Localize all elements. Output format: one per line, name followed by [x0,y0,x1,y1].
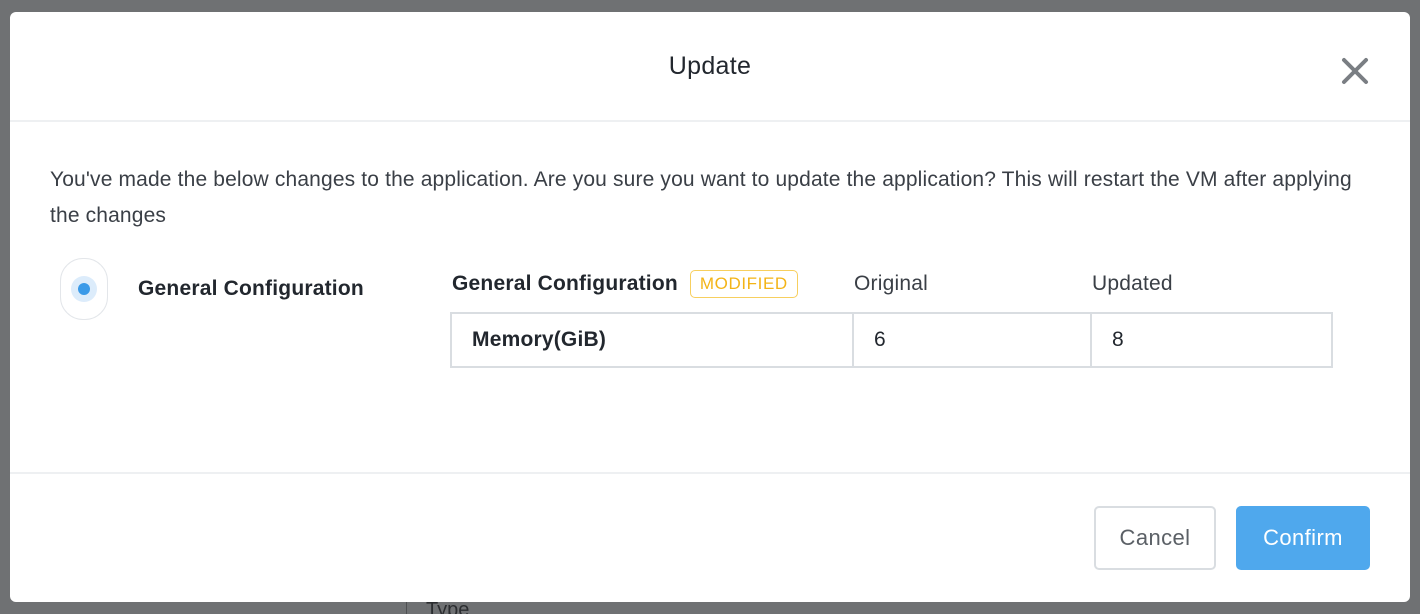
section-radio[interactable] [60,258,108,320]
changes-title: General Configuration [452,272,678,295]
radio-selected-icon [71,276,97,302]
modal-title: Update [668,52,752,80]
original-value-cell: 6 [852,312,1092,368]
confirm-button[interactable]: Confirm [1236,506,1370,570]
table-row: Memory(GiB) 6 8 [450,312,1333,368]
update-description: You've made the below changes to the app… [50,168,1352,227]
modal-header: Update [10,12,1410,122]
field-name-cell: Memory(GiB) [450,312,854,368]
updated-value-cell: 8 [1090,312,1333,368]
radio-dot [78,283,90,295]
cancel-button[interactable]: Cancel [1094,506,1216,570]
column-header-updated: Updated [1092,272,1173,295]
update-modal: Update You've made the below changes to … [10,12,1410,602]
modal-footer: Cancel Confirm [10,472,1410,602]
modified-badge: MODIFIED [689,270,798,298]
close-button[interactable] [1340,56,1370,86]
modal-body: You've made the below changes to the app… [10,122,1410,472]
background-type-label: Type [426,599,470,614]
changes-header: General Configuration MODIFIED [452,260,798,308]
section-item-general-configuration[interactable]: General Configuration [60,258,364,320]
section-label: General Configuration [138,277,364,300]
column-header-original: Original [854,272,928,295]
changes-table: Memory(GiB) 6 8 [450,312,1333,368]
close-icon [1342,58,1368,84]
